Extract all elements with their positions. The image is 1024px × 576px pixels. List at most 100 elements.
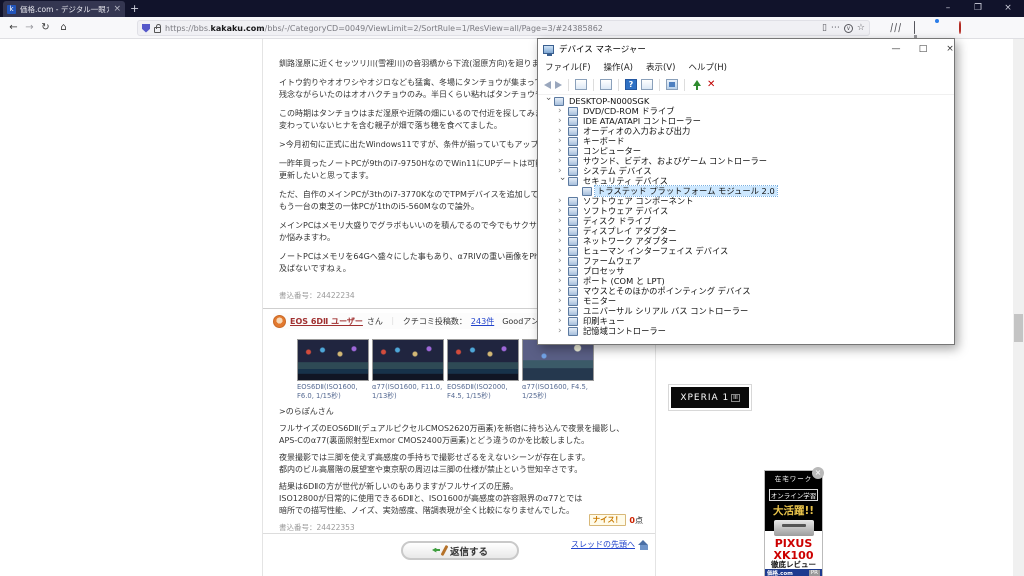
dm-uninstall-icon[interactable]: ✕ <box>707 79 715 91</box>
nice-button[interactable]: ナイス！ <box>588 514 627 526</box>
device-manager-titlebar[interactable]: デバイス マネージャー — □ × <box>538 39 954 59</box>
photo-thumbnail[interactable] <box>522 339 594 381</box>
dm-minimize-button[interactable]: — <box>883 39 909 59</box>
ad-close-icon[interactable]: × <box>812 467 824 479</box>
menu-item[interactable]: ファイル(F) <box>545 61 591 73</box>
xperia-ad-banner[interactable]: XPERIA 1 III <box>668 384 752 411</box>
device-tree-item[interactable]: › ディスプレイ アダプター <box>539 226 953 236</box>
device-tree-item[interactable]: › ポート (COM と LPT) <box>539 276 953 286</box>
device-tree-item[interactable]: › サウンド、ビデオ、およびゲーム コントローラー <box>539 156 953 166</box>
device-tree-item[interactable]: › キーボード <box>539 136 953 146</box>
expander-icon[interactable]: › <box>558 256 567 266</box>
device-tree-item[interactable]: › 印刷キュー <box>539 316 953 326</box>
expander-icon[interactable]: › <box>558 316 567 326</box>
to-thread-top-link[interactable]: スレッドの先頭へ <box>571 539 649 550</box>
expander-icon[interactable]: › <box>558 226 567 236</box>
device-tree-item[interactable]: トラステッド プラットフォーム モジュール 2.0 <box>539 185 953 197</box>
window-maximize-button[interactable]: ❐ <box>964 0 992 16</box>
device-tree-item[interactable]: › IDE ATA/ATAPI コントローラー <box>539 116 953 126</box>
device-tree-item[interactable]: › プロセッサ <box>539 266 953 276</box>
dm-properties-icon[interactable] <box>600 79 612 90</box>
reload-button[interactable]: ↻ <box>38 20 53 35</box>
expander-icon[interactable]: › <box>558 306 567 316</box>
page-scrollbar[interactable] <box>1013 39 1024 576</box>
device-tree-item[interactable]: › マウスとそのほかのポインティング デバイス <box>539 286 953 296</box>
scrollbar-thumb[interactable] <box>1014 314 1023 342</box>
device-tree-item[interactable]: › システム デバイス <box>539 166 953 176</box>
dm-list-icon[interactable] <box>641 79 653 90</box>
expander-icon[interactable]: › <box>558 126 567 136</box>
dm-close-button[interactable]: × <box>937 39 963 59</box>
back-button[interactable]: ← <box>6 20 21 35</box>
expander-icon[interactable]: › <box>558 216 567 226</box>
device-tree-item[interactable]: › DESKTOP-N000SGK <box>539 96 953 106</box>
tracking-protection-icon[interactable] <box>142 23 150 33</box>
expander-icon[interactable]: › <box>558 276 567 286</box>
post-number[interactable]: 書込番号：24422234 <box>279 290 355 301</box>
menu-item[interactable]: 操作(A) <box>604 61 633 73</box>
expander-icon[interactable]: › <box>558 196 567 206</box>
user-name-link[interactable]: EOS 6DⅡ ユーザー <box>290 316 363 327</box>
page-actions-icon[interactable]: ⋯ <box>831 21 840 35</box>
forward-button[interactable]: → <box>22 20 37 35</box>
device-tree-item[interactable]: › DVD/CD-ROM ドライブ <box>539 106 953 116</box>
expander-icon[interactable]: › <box>558 166 567 176</box>
user-avatar[interactable] <box>273 314 286 328</box>
red-extension-icon[interactable] <box>959 21 961 35</box>
pocket-icon[interactable]: ∨ <box>843 23 853 33</box>
dm-forward-icon[interactable] <box>555 80 562 89</box>
home-button[interactable]: ⌂ <box>56 20 71 35</box>
dm-console-icon[interactable] <box>575 79 587 90</box>
photo-thumbnail[interactable] <box>372 339 444 381</box>
device-tree-item[interactable]: › ユニバーサル シリアル バス コントローラー <box>539 306 953 316</box>
window-close-button[interactable]: × <box>994 0 1022 16</box>
device-tree-item[interactable]: › ネットワーク アダプター <box>539 236 953 246</box>
dm-back-icon[interactable] <box>544 80 551 89</box>
bookmark-star-icon[interactable]: ☆ <box>857 21 865 35</box>
expander-icon[interactable]: › <box>558 286 567 296</box>
device-tree-item[interactable]: › オーディオの入力および出力 <box>539 126 953 136</box>
device-tree-item[interactable]: › モニター <box>539 296 953 306</box>
expander-icon[interactable]: › <box>557 177 567 186</box>
dm-help-icon[interactable]: ? <box>625 79 637 90</box>
photo-thumbnail[interactable] <box>447 339 519 381</box>
device-tree-item[interactable]: › ソフトウェア コンポーネント <box>539 196 953 206</box>
expander-icon[interactable]: › <box>558 246 567 256</box>
expander-icon[interactable]: › <box>558 116 567 126</box>
expander-icon[interactable]: › <box>558 106 567 116</box>
expander-icon[interactable]: › <box>558 146 567 156</box>
device-tree-item[interactable]: › ディスク ドライブ <box>539 216 953 226</box>
reply-button[interactable]: 返信する <box>401 541 519 560</box>
expander-icon[interactable]: › <box>558 266 567 276</box>
expander-icon[interactable]: › <box>558 326 567 336</box>
dm-update-driver-icon[interactable] <box>691 79 703 90</box>
library-icon[interactable]: ||| <box>889 21 903 35</box>
tab-close-icon[interactable]: × <box>113 4 121 14</box>
browser-tab[interactable]: k 価格.com - デジタル一眼カメラのク × <box>3 1 125 17</box>
expander-icon[interactable]: › <box>558 236 567 246</box>
new-tab-button[interactable]: + <box>130 2 139 16</box>
lock-icon[interactable] <box>154 23 161 33</box>
expander-icon[interactable]: › <box>558 296 567 306</box>
expander-icon[interactable]: › <box>543 97 553 106</box>
expander-icon[interactable]: › <box>558 136 567 146</box>
posts-count-link[interactable]: 243件 <box>471 316 494 327</box>
menu-item[interactable]: ヘルプ(H) <box>688 61 727 73</box>
dm-scan-hardware-icon[interactable] <box>666 79 678 90</box>
menu-item[interactable]: 表示(V) <box>646 61 675 73</box>
device-tree-item[interactable]: › ソフトウェア デバイス <box>539 206 953 216</box>
device-tree-item[interactable]: › ヒューマン インターフェイス デバイス <box>539 246 953 256</box>
device-tree-item[interactable]: › ファームウェア <box>539 256 953 266</box>
pixus-ad-banner[interactable]: 在宅ワーク オンライン学習 大活躍!! キヤノン PIXUS XK100 徹底レ… <box>764 470 823 576</box>
post-number[interactable]: 書込番号：24422353 <box>279 523 355 532</box>
device-tree-item[interactable]: › コンピューター <box>539 146 953 156</box>
device-tree-item[interactable]: › 記憶域コントローラー <box>539 326 953 336</box>
dm-maximize-button[interactable]: □ <box>910 39 936 59</box>
window-minimize-button[interactable]: – <box>934 0 962 16</box>
device-tree-item[interactable]: › セキュリティ デバイス <box>539 176 953 186</box>
expander-icon[interactable]: › <box>558 206 567 216</box>
photo-thumbnail[interactable] <box>297 339 369 381</box>
reader-view-icon[interactable]: ▯ <box>822 21 827 35</box>
expander-icon[interactable]: › <box>558 156 567 166</box>
url-bar[interactable]: https://bbs.kakaku.com/bbs/-/CategoryCD=… <box>137 20 870 36</box>
